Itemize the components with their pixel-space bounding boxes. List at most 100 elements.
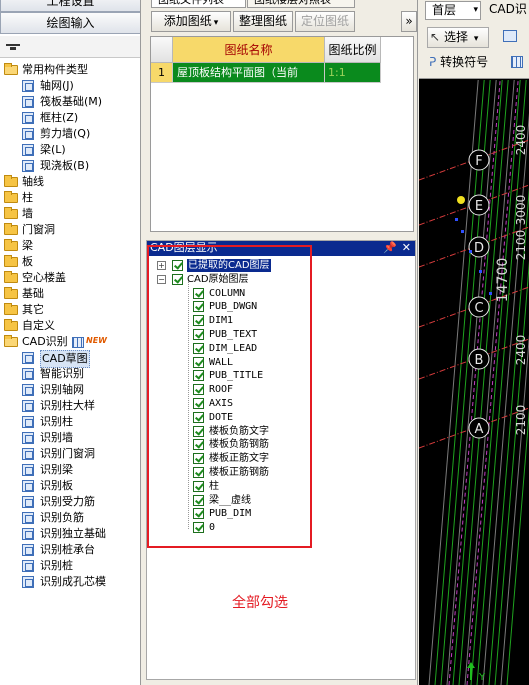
grid-icon[interactable] — [511, 53, 523, 74]
tree-item[interactable]: 常用构件类型 — [0, 62, 140, 78]
tree-item-label: 门窗洞 — [22, 223, 55, 236]
cad-drawing[interactable]: F E D C B A 14700 2400 3000 2100 2400 2100 Y — [419, 80, 529, 685]
layer-icon[interactable] — [503, 27, 529, 48]
tree-item[interactable]: 识别负筋 — [0, 510, 140, 526]
select-button[interactable]: ↖ 选择 ▾ — [427, 27, 489, 48]
drawing-name-cell[interactable]: 屋顶板结构平面图（当前 — [173, 63, 325, 83]
pin-icon[interactable] — [6, 44, 20, 50]
floor-select[interactable]: 首层 ▾ — [425, 1, 481, 20]
tree-item[interactable]: 梁 — [0, 238, 140, 254]
tree-item[interactable]: 识别梁 — [0, 462, 140, 478]
axis-letter: B — [475, 353, 484, 368]
convert-symbol-label: 转换符号 — [440, 55, 489, 69]
drawing-table: 图纸名称 图纸比例 1 屋顶板结构平面图（当前 1:1 — [150, 36, 414, 232]
node-marker — [455, 218, 458, 221]
pin-icon[interactable]: 📌 — [383, 241, 397, 255]
row-index-header — [151, 37, 173, 63]
tree-item[interactable]: 筏板基础(M) — [0, 94, 140, 110]
component-icon — [22, 400, 34, 412]
organize-drawing-button[interactable]: 整理图纸 — [233, 11, 293, 32]
tree-item[interactable]: 识别独立基础 — [0, 526, 140, 542]
tree-item[interactable]: 板 — [0, 254, 140, 270]
tree-item[interactable]: 识别轴网 — [0, 382, 140, 398]
tree-item[interactable]: CAD草图 — [0, 350, 140, 368]
tree-item-label: 墙 — [22, 207, 33, 220]
tree-item-label: 空心楼盖 — [22, 271, 66, 284]
component-icon — [22, 432, 34, 444]
tree-item[interactable]: 门窗洞 — [0, 222, 140, 238]
tree-item[interactable]: 识别桩 — [0, 558, 140, 574]
folder-icon — [4, 287, 18, 299]
tree-item[interactable]: 识别墙 — [0, 430, 140, 446]
close-icon[interactable]: ✕ — [402, 241, 411, 255]
tree-item[interactable]: 空心楼盖 — [0, 270, 140, 286]
tree-item[interactable]: 基础 — [0, 286, 140, 302]
column-header-name[interactable]: 图纸名称 — [173, 37, 325, 63]
convert-symbol-button[interactable]: ᕈ 转换符号 — [429, 53, 488, 74]
cad-canvas-panel: 首层 ▾ CAD识 ↖ 选择 ▾ ᕈ 转换符号 F E D C B A 14700 2400 30… — [419, 0, 529, 685]
tree-item[interactable]: 柱 — [0, 190, 140, 206]
component-icon — [22, 144, 34, 156]
component-icon — [22, 112, 34, 124]
column-header-scale[interactable]: 图纸比例 — [325, 37, 381, 63]
tree-item[interactable]: CAD识别 NEW — [0, 334, 140, 350]
tree-item[interactable]: 现浇板(B) — [0, 158, 140, 174]
tree-item-label: 识别受力筋 — [40, 495, 95, 508]
tree-item[interactable]: 识别桩承台 — [0, 542, 140, 558]
tree-item[interactable]: 识别柱 — [0, 414, 140, 430]
tree-item-label: 现浇板(B) — [40, 159, 90, 172]
tree-item[interactable]: 识别柱大样 — [0, 398, 140, 414]
drawing-tabs: 图纸文件列表 图纸楼层对照表 — [141, 0, 418, 8]
component-icon — [22, 160, 34, 172]
tree-item[interactable]: 框柱(Z) — [0, 110, 140, 126]
panel-pin-bar — [0, 36, 140, 58]
tree-item-label: 常用构件类型 — [22, 63, 88, 76]
floor-select-value: 首层 — [432, 3, 457, 17]
tree-item[interactable]: 剪力墙(Q) — [0, 126, 140, 142]
tree-item-label: 识别梁 — [40, 463, 73, 476]
component-icon — [22, 80, 34, 92]
drawing-input-button[interactable]: 绘图输入 — [0, 12, 140, 34]
annotation-text: 全部勾选 — [232, 595, 288, 611]
tree-item[interactable]: 智能识别 — [0, 366, 140, 382]
component-icon — [22, 512, 34, 524]
tree-item[interactable]: 墙 — [0, 206, 140, 222]
dimension-text: 14700 — [495, 258, 511, 303]
component-icon — [22, 384, 34, 396]
cursor-arrow-icon: ↖ — [430, 30, 441, 44]
tree-item-label: 其它 — [22, 303, 44, 316]
folder-icon — [4, 319, 18, 331]
tree-item[interactable]: 自定义 — [0, 318, 140, 334]
tab-floor-mapping[interactable]: 图纸楼层对照表 — [247, 0, 355, 8]
locate-drawing-button[interactable]: 定位图纸 — [295, 11, 355, 32]
folder-icon — [4, 239, 18, 251]
tree-item[interactable]: 轴线 — [0, 174, 140, 190]
component-icon — [22, 528, 34, 540]
tree-item[interactable]: 识别板 — [0, 478, 140, 494]
component-tree: 常用构件类型轴网(J) 筏板基础(M) 框柱(Z) 剪力墙(Q) 梁(L) 现浇板(B) 轴… — [0, 62, 140, 590]
tree-item[interactable]: 梁(L) — [0, 142, 140, 158]
tree-item-label: CAD识别 — [22, 335, 68, 348]
tree-item[interactable]: 其它 — [0, 302, 140, 318]
add-drawing-button[interactable]: 添加图纸 ▾ — [151, 11, 231, 32]
component-icon — [22, 464, 34, 476]
tree-item[interactable]: 识别门窗洞 — [0, 446, 140, 462]
row-index: 1 — [151, 63, 173, 83]
y-axis-arrowhead — [467, 662, 475, 668]
select-button-label: 选择 — [444, 30, 469, 44]
add-drawing-label: 添加图纸 — [163, 14, 212, 28]
chevron-down-icon: ▾ — [473, 34, 479, 44]
drawing-scale-cell[interactable]: 1:1 — [325, 63, 381, 83]
tree-item[interactable]: 轴网(J) — [0, 78, 140, 94]
tree-item[interactable]: 识别成孔芯模 — [0, 574, 140, 590]
new-badge: NEW — [86, 336, 107, 345]
tab-drawing-files[interactable]: 图纸文件列表 — [151, 0, 246, 8]
toolbar-more-button[interactable]: » — [401, 11, 417, 32]
project-settings-button[interactable]: 工程设置 — [0, 0, 140, 12]
tree-item-label: 智能识别 — [40, 367, 84, 380]
tree-item-label: 筏板基础(M) — [40, 95, 103, 108]
tree-item[interactable]: 识别受力筋 — [0, 494, 140, 510]
tree-item-label: 识别柱大样 — [40, 399, 95, 412]
dimension-text: 3000 — [514, 195, 528, 226]
tree-item-label: 轴线 — [22, 175, 44, 188]
